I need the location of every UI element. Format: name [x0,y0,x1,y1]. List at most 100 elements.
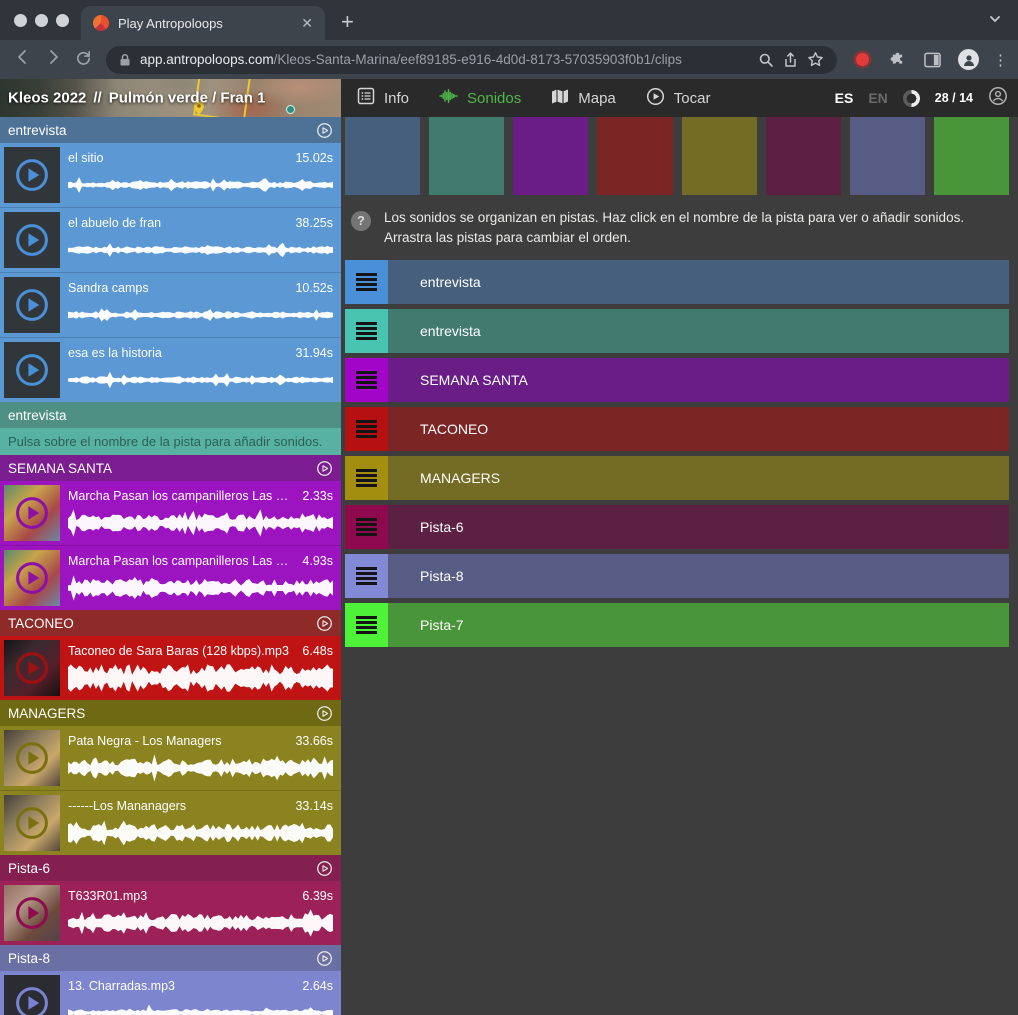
bookmark-star-icon[interactable] [807,51,824,68]
track-section-header[interactable]: entrevista [0,402,341,428]
clip-waveform[interactable] [68,748,333,783]
clip-item[interactable]: esa es la historia31.94s [0,337,341,402]
clip-thumbnail[interactable] [4,885,60,941]
drag-handle[interactable] [345,505,388,549]
clip-item[interactable]: Sandra camps10.52s [0,272,341,337]
track-swatch[interactable] [513,117,588,195]
clip-play-icon[interactable] [14,740,50,776]
track-row-name-button[interactable]: Pista-7 [388,603,1009,647]
track-swatch[interactable] [766,117,841,195]
clip-waveform[interactable] [68,993,333,1015]
lang-en-button[interactable]: EN [868,90,887,106]
clip-play-icon[interactable] [14,495,50,531]
track-play-button[interactable] [316,460,333,477]
maximize-window-button[interactable] [56,14,69,27]
tab-search-chevron-icon[interactable] [988,12,1002,31]
header-map-photo[interactable]: Kleos 2022//Pulmón verde / Fran 1 [0,79,341,117]
zoom-icon[interactable] [758,52,774,68]
minimize-window-button[interactable] [35,14,48,27]
browser-tab[interactable]: Play Antropoloops ✕ [81,6,325,40]
clip-play-icon[interactable] [14,985,50,1015]
track-play-button[interactable] [316,122,333,139]
account-icon[interactable] [988,86,1008,111]
track-row[interactable]: Pista-6 [345,505,1009,549]
drag-handle[interactable] [345,456,388,500]
track-section-header[interactable]: Pista-8 [0,945,341,971]
side-panel-icon[interactable] [924,52,941,68]
clip-item[interactable]: Taconeo de Sara Baras (128 kbps).mp36.48… [0,636,341,700]
track-swatch[interactable] [682,117,757,195]
clip-play-icon[interactable] [14,352,50,388]
clip-item[interactable]: el sitio15.02s [0,143,341,207]
clip-thumbnail[interactable] [4,147,60,203]
clip-waveform[interactable] [68,230,333,265]
track-section-header[interactable]: SEMANA SANTA [0,455,341,481]
track-section-header[interactable]: MANAGERS [0,700,341,726]
track-row[interactable]: entrevista [345,309,1009,353]
clip-item[interactable]: Marcha Pasan los campanilleros Las Mejor… [0,545,341,610]
clip-waveform[interactable] [68,295,333,330]
track-row-name-button[interactable]: Pista-6 [388,505,1009,549]
clip-waveform[interactable] [68,813,333,848]
track-section-header[interactable]: TACONEO [0,610,341,636]
clip-item[interactable]: ------Los Mananagers33.14s [0,790,341,855]
new-tab-button[interactable]: + [341,9,354,35]
nav-item-tocar[interactable]: Tocar [646,87,711,110]
drag-handle[interactable] [345,554,388,598]
clip-item[interactable]: el abuelo de fran38.25s [0,207,341,272]
share-icon[interactable] [783,52,798,68]
lang-es-button[interactable]: ES [835,90,854,106]
track-row-name-button[interactable]: Pista-8 [388,554,1009,598]
forward-icon[interactable] [40,48,66,71]
track-swatch[interactable] [597,117,672,195]
address-bar[interactable]: app.antropoloops.com/Kleos-Santa-Marina/… [106,46,837,74]
clip-play-icon[interactable] [14,287,50,323]
clip-play-icon[interactable] [14,805,50,841]
track-swatch[interactable] [934,117,1009,195]
clip-waveform[interactable] [68,503,333,538]
extensions-puzzle-icon[interactable] [889,51,906,68]
clip-play-icon[interactable] [14,222,50,258]
profile-avatar[interactable] [958,49,979,70]
clip-item[interactable]: T633R01.mp36.39s [0,881,341,945]
tab-close-icon[interactable]: ✕ [301,15,313,32]
clip-thumbnail[interactable] [4,550,60,606]
nav-item-mapa[interactable]: Mapa [551,88,616,109]
clip-play-icon[interactable] [14,650,50,686]
track-play-button[interactable] [316,860,333,877]
close-window-button[interactable] [14,14,27,27]
nav-item-info[interactable]: Info [357,87,409,109]
clip-waveform[interactable] [68,360,333,395]
clip-waveform[interactable] [68,165,333,200]
track-swatch[interactable] [429,117,504,195]
clip-waveform[interactable] [68,568,333,603]
clip-thumbnail[interactable] [4,975,60,1015]
track-row[interactable]: MANAGERS [345,456,1009,500]
clip-thumbnail[interactable] [4,342,60,398]
track-row-name-button[interactable]: TACONEO [388,407,1009,451]
track-row-name-button[interactable]: MANAGERS [388,456,1009,500]
browser-menu-icon[interactable]: ⋮ [993,51,1008,69]
drag-handle[interactable] [345,260,388,304]
track-row-name-button[interactable]: entrevista [388,309,1009,353]
track-swatch[interactable] [345,117,420,195]
clip-play-icon[interactable] [14,560,50,596]
clip-item[interactable]: 13. Charradas.mp32.64s [0,971,341,1015]
clip-waveform[interactable] [68,658,333,693]
clip-item[interactable]: Marcha Pasan los campanilleros Las Mejor… [0,481,341,545]
clip-thumbnail[interactable] [4,212,60,268]
drag-handle[interactable] [345,407,388,451]
drag-handle[interactable] [345,309,388,353]
track-swatch[interactable] [850,117,925,195]
track-row-name-button[interactable]: entrevista [388,260,1009,304]
track-play-button[interactable] [316,615,333,632]
track-row-name-button[interactable]: SEMANA SANTA [388,358,1009,402]
track-row[interactable]: Pista-7 [345,603,1009,647]
track-row[interactable]: entrevista [345,260,1009,304]
drag-handle[interactable] [345,603,388,647]
nav-item-sonidos[interactable]: Sonidos [439,87,521,109]
track-section-header[interactable]: entrevista [0,117,341,143]
track-play-button[interactable] [316,705,333,722]
drag-handle[interactable] [345,358,388,402]
clip-thumbnail[interactable] [4,640,60,696]
